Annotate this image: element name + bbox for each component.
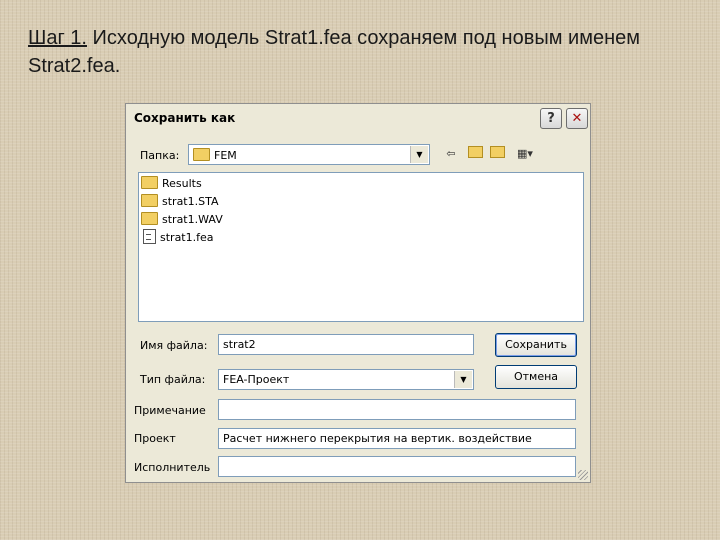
folder-value: FEM [214,149,237,162]
list-item[interactable]: strat1.STA [141,193,219,211]
filename-input[interactable]: strat2 [218,334,474,355]
folder-label: Папка: [140,149,180,162]
filename-label: Имя файла: [140,339,208,352]
filename-value: strat2 [223,338,256,351]
filetype-value: FEA-Проект [223,373,290,386]
chevron-down-icon[interactable]: ▼ [410,146,428,163]
dialog-titlebar: Сохранить как ? ✕ [126,104,590,134]
project-label: Проект [134,432,176,445]
file-list[interactable]: Results strat1.STA strat1.WAV strat1.fea [138,172,584,322]
file-name: strat1.WAV [162,213,223,226]
save-button[interactable]: Сохранить [495,333,577,357]
folder-icon [141,176,158,189]
file-icon [143,229,156,244]
save-as-dialog: Сохранить как ? ✕ Папка: FEM ▼ ⇦ ▦▾ Resu… [125,103,591,483]
folder-icon [193,148,210,161]
up-folder-icon[interactable] [466,146,484,162]
file-name: strat1.STA [162,195,219,208]
new-folder-icon[interactable] [488,146,506,162]
author-field[interactable] [218,456,576,477]
slide-title-text: Исходную модель Strat1.fea сохраняем под… [28,27,640,77]
resize-grip[interactable] [578,470,588,480]
list-item[interactable]: strat1.fea [141,229,214,247]
file-name: Results [162,177,202,190]
note-label: Примечание [134,404,206,417]
chevron-down-icon[interactable]: ▼ [454,371,472,388]
folder-icon [141,212,158,225]
folder-select[interactable]: FEM ▼ [188,144,430,165]
cancel-button[interactable]: Отмена [495,365,577,389]
list-item[interactable]: Results [141,175,202,193]
list-item[interactable]: strat1.WAV [141,211,223,229]
help-button[interactable]: ? [540,108,562,129]
step-label: Шаг 1. [28,27,87,49]
author-label: Исполнитель [134,461,211,474]
slide-title: Шаг 1. Исходную модель Strat1.fea сохран… [28,24,698,80]
project-field[interactable]: Расчет нижнего перекрытия на вертик. воз… [218,428,576,449]
file-name: strat1.fea [160,231,214,244]
filetype-select[interactable]: FEA-Проект ▼ [218,369,474,390]
close-button[interactable]: ✕ [566,108,588,129]
view-menu-icon[interactable]: ▦▾ [512,146,538,162]
note-field[interactable] [218,399,576,420]
project-value: Расчет нижнего перекрытия на вертик. воз… [223,432,532,445]
back-icon[interactable]: ⇦ [442,146,460,162]
folder-icon [141,194,158,207]
dialog-title: Сохранить как [134,111,236,125]
filetype-label: Тип файла: [140,373,206,386]
